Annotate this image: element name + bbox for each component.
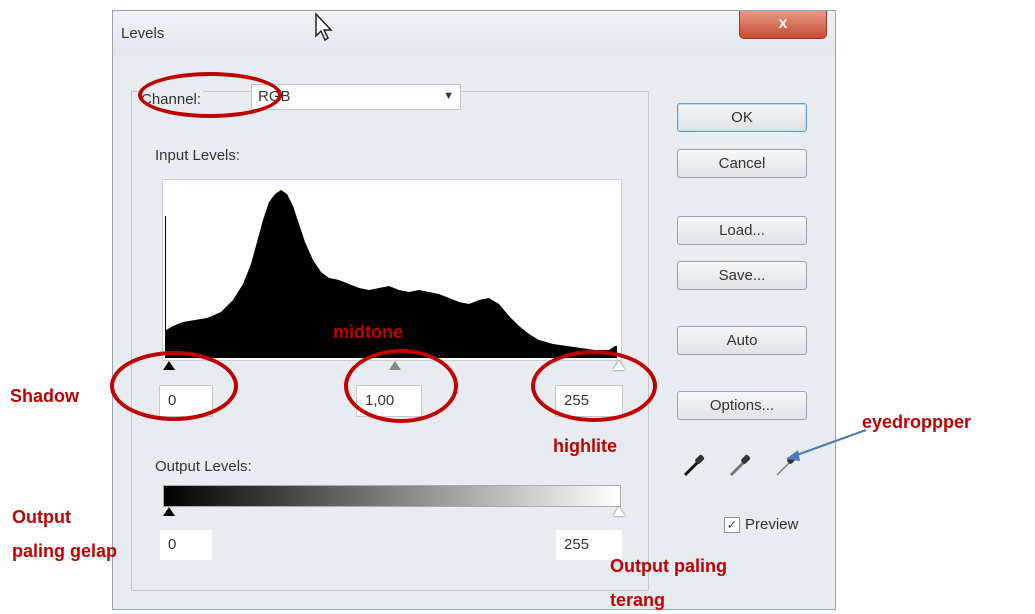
black-eyedropper-icon[interactable]: [681, 453, 707, 479]
input-levels-label: Input Levels:: [155, 147, 241, 164]
ok-button[interactable]: OK: [677, 103, 807, 132]
cancel-button[interactable]: Cancel: [677, 149, 807, 178]
eyedropper-annotation-arrow: [786, 429, 867, 461]
output-gradient: [163, 485, 621, 507]
output-light-slider[interactable]: [613, 507, 625, 516]
highlight-highlight-ring: [531, 350, 657, 422]
title-bar: Levels x: [113, 11, 835, 55]
dialog-title: Levels: [121, 25, 165, 42]
close-button[interactable]: x: [739, 11, 827, 39]
output-light-annotation-line1: Output paling: [610, 556, 727, 576]
auto-button[interactable]: Auto: [677, 326, 807, 355]
midtone-annotation: midtone: [333, 322, 403, 342]
channel-highlight-ring: [138, 72, 282, 118]
gray-eyedropper-icon[interactable]: [727, 453, 753, 479]
midtone-highlight-ring: [344, 349, 458, 423]
highlite-annotation: highlite: [553, 436, 617, 456]
output-dark-annotation-line2: paling gelap: [12, 541, 118, 561]
output-dark-field[interactable]: 0: [159, 529, 213, 561]
output-dark-slider[interactable]: [163, 507, 175, 516]
output-light-annotation-line2: terang: [610, 590, 666, 610]
channel-select[interactable]: RGB ▼: [251, 84, 461, 110]
preview-label: Preview: [745, 516, 799, 533]
preview-checkbox[interactable]: ✓: [724, 517, 740, 533]
eyedropper-annotation: eyedroppper: [862, 412, 972, 432]
options-button[interactable]: Options...: [677, 391, 807, 420]
arrow-cursor-icon: [314, 12, 336, 47]
load-button[interactable]: Load...: [677, 216, 807, 245]
shadow-annotation: Shadow: [10, 386, 80, 406]
output-levels-label: Output Levels:: [155, 458, 252, 475]
shadow-highlight-ring: [110, 351, 238, 421]
output-dark-annotation-line1: Output: [12, 507, 71, 527]
chevron-down-icon: ▼: [443, 90, 454, 102]
save-button[interactable]: Save...: [677, 261, 807, 290]
